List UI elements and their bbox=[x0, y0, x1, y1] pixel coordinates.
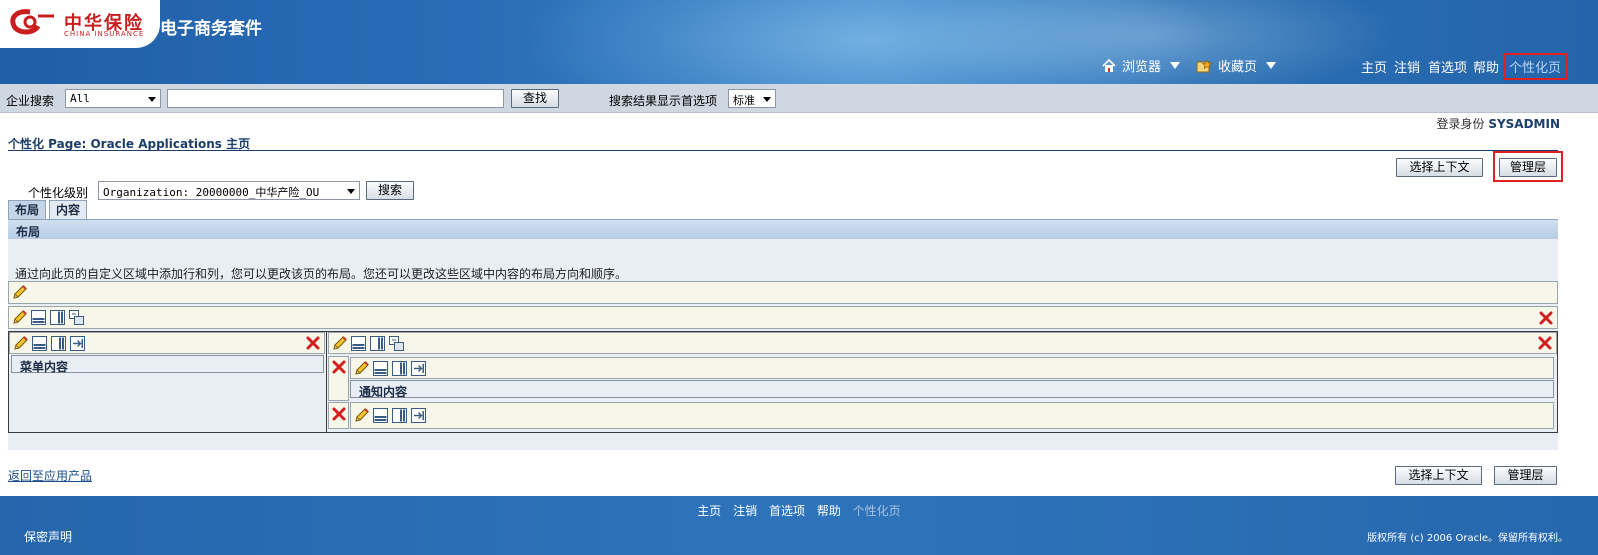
logo-text-en: CHINA INSURANCE bbox=[64, 30, 145, 38]
personalize-pencil-icon[interactable] bbox=[353, 407, 370, 424]
search-scope-value: All bbox=[70, 92, 90, 105]
footer-link-home[interactable]: 主页 bbox=[697, 504, 721, 518]
personalize-pencil-icon[interactable] bbox=[353, 360, 370, 377]
company-logo: 中华保险 CHINA INSURANCE bbox=[0, 0, 160, 48]
empty-region-toolbar bbox=[353, 407, 427, 424]
right-column-toolbar bbox=[331, 335, 405, 352]
add-row-icon[interactable] bbox=[30, 309, 47, 326]
personalize-pencil-icon[interactable] bbox=[12, 335, 29, 352]
notify-toolbar-row bbox=[350, 357, 1554, 379]
empty-region-row bbox=[350, 402, 1554, 429]
right-column-toolbar-row bbox=[328, 332, 1557, 354]
layout-section-header: 布局 bbox=[8, 219, 1558, 239]
header-link-home[interactable]: 主页 bbox=[1361, 57, 1387, 76]
login-user: SYSADMIN bbox=[1488, 117, 1560, 131]
move-right-icon[interactable] bbox=[410, 360, 427, 377]
add-column-icon[interactable] bbox=[369, 335, 386, 352]
favorites-menu[interactable]: 收藏页 bbox=[1196, 56, 1277, 75]
chevron-down-icon bbox=[763, 97, 771, 102]
footer-current-page: 个性化页 bbox=[852, 504, 901, 518]
select-context-button-bottom[interactable]: 选择上下文 bbox=[1395, 466, 1482, 485]
search-go-button[interactable]: 查找 bbox=[511, 89, 559, 108]
browser-menu[interactable]: 浏览器 bbox=[1102, 56, 1181, 75]
login-label: 登录身份 bbox=[1436, 117, 1485, 131]
title-divider bbox=[8, 150, 1558, 151]
favorites-icon bbox=[1196, 58, 1212, 72]
app-title: 电子商务套件 bbox=[160, 19, 262, 39]
column-divider bbox=[326, 331, 327, 433]
search-pref-value: 标准 bbox=[733, 94, 755, 107]
layout-description: 通过向此页的自定义区域中添加行和列，您可以更改该页的布局。您还可以更改这些区域中… bbox=[15, 267, 628, 281]
chevron-down-icon bbox=[148, 97, 156, 102]
page-toolbar bbox=[11, 284, 28, 301]
header-link-preferences[interactable]: 首选项 bbox=[1428, 57, 1467, 76]
level-search-button[interactable]: 搜索 bbox=[366, 181, 414, 200]
enterprise-search-bar: 企业搜索 All 查找 搜索结果显示首选项 标准 bbox=[0, 84, 1598, 113]
search-label: 企业搜索 bbox=[6, 94, 55, 108]
add-row-icon[interactable] bbox=[372, 407, 389, 424]
header-link-personalize[interactable]: 个性化页 bbox=[1502, 53, 1568, 80]
personalization-level-label: 个性化级别 bbox=[28, 186, 89, 200]
privacy-link[interactable]: 保密声明 bbox=[24, 528, 72, 545]
add-column-icon[interactable] bbox=[49, 309, 66, 326]
delete-x-icon[interactable] bbox=[1538, 310, 1554, 326]
header-link-help[interactable]: 帮助 bbox=[1473, 57, 1499, 76]
search-pref-label: 搜索结果显示首选项 bbox=[609, 94, 718, 108]
logo-mark-icon bbox=[10, 9, 54, 35]
header-link-logout[interactable]: 注销 bbox=[1394, 57, 1420, 76]
chevron-down-icon bbox=[1266, 62, 1277, 69]
copyright-text: 版权所有 (c) 2006 Oracle。保留所有权利。 bbox=[1367, 533, 1568, 544]
personalize-pencil-icon[interactable] bbox=[11, 284, 28, 301]
footer-link-preferences[interactable]: 首选项 bbox=[769, 504, 805, 518]
add-column-icon[interactable] bbox=[391, 407, 408, 424]
menu-content-region: 菜单内容 bbox=[11, 355, 324, 374]
app-footer: 主页 注销 首选项 帮助 个性化页 保密声明 版权所有 (c) 2006 Ora… bbox=[0, 496, 1598, 555]
add-column-icon[interactable] bbox=[50, 335, 67, 352]
select-context-button[interactable]: 选择上下文 bbox=[1396, 158, 1483, 177]
region-row-toolbar bbox=[8, 306, 1558, 329]
personalization-level-value: Organization: 20000000_中华产险_OU bbox=[103, 186, 320, 199]
add-row-icon[interactable] bbox=[372, 360, 389, 377]
notify-toolbar bbox=[353, 360, 427, 377]
delete-x-icon[interactable] bbox=[331, 359, 347, 375]
page-layout-row bbox=[8, 281, 1558, 304]
delete-x-icon[interactable] bbox=[1537, 335, 1553, 351]
personalize-pencil-icon[interactable] bbox=[331, 335, 348, 352]
move-right-icon[interactable] bbox=[410, 407, 427, 424]
left-column-toolbar bbox=[12, 335, 86, 352]
chevron-down-icon bbox=[347, 189, 355, 194]
manage-levels-button[interactable]: 管理层 bbox=[1499, 158, 1557, 177]
search-scope-select[interactable]: All bbox=[65, 89, 161, 108]
app-header: 中华保险 CHINA INSURANCE 电子商务套件 浏览器 收藏页 主页 注… bbox=[0, 0, 1598, 84]
left-column-toolbar-row bbox=[9, 332, 325, 354]
search-pref-select[interactable]: 标准 bbox=[728, 89, 776, 108]
empty-row-delete-cell bbox=[328, 402, 349, 429]
back-to-apps-link[interactable]: 返回至应用产品 bbox=[8, 467, 92, 484]
reorder-icon[interactable] bbox=[388, 335, 405, 352]
delete-x-icon[interactable] bbox=[331, 406, 347, 422]
move-right-icon[interactable] bbox=[69, 335, 86, 352]
search-input[interactable] bbox=[167, 89, 504, 108]
add-row-icon[interactable] bbox=[350, 335, 367, 352]
footer-links: 主页 注销 首选项 帮助 个性化页 bbox=[0, 502, 1598, 519]
notify-delete-cell bbox=[328, 356, 349, 401]
browser-menu-label: 浏览器 bbox=[1122, 60, 1162, 75]
personalize-pencil-icon[interactable] bbox=[11, 309, 28, 326]
footer-link-help[interactable]: 帮助 bbox=[817, 504, 841, 518]
add-row-icon[interactable] bbox=[31, 335, 48, 352]
personalization-level-select[interactable]: Organization: 20000000_中华产险_OU bbox=[98, 181, 360, 200]
delete-x-icon[interactable] bbox=[305, 335, 321, 351]
manage-levels-button-bottom[interactable]: 管理层 bbox=[1494, 466, 1557, 485]
chevron-down-icon bbox=[1170, 62, 1181, 69]
region-toolbar bbox=[11, 309, 85, 326]
footer-link-logout[interactable]: 注销 bbox=[733, 504, 757, 518]
tab-content[interactable]: 内容 bbox=[49, 200, 87, 219]
favorites-menu-label: 收藏页 bbox=[1218, 60, 1258, 75]
reorder-icon[interactable] bbox=[68, 309, 85, 326]
login-identity: 登录身份 SYSADMIN bbox=[1436, 115, 1560, 132]
notify-content-region: 通知内容 bbox=[350, 380, 1554, 399]
tab-layout[interactable]: 布局 bbox=[8, 200, 46, 219]
add-column-icon[interactable] bbox=[391, 360, 408, 377]
home-icon bbox=[1102, 58, 1116, 72]
